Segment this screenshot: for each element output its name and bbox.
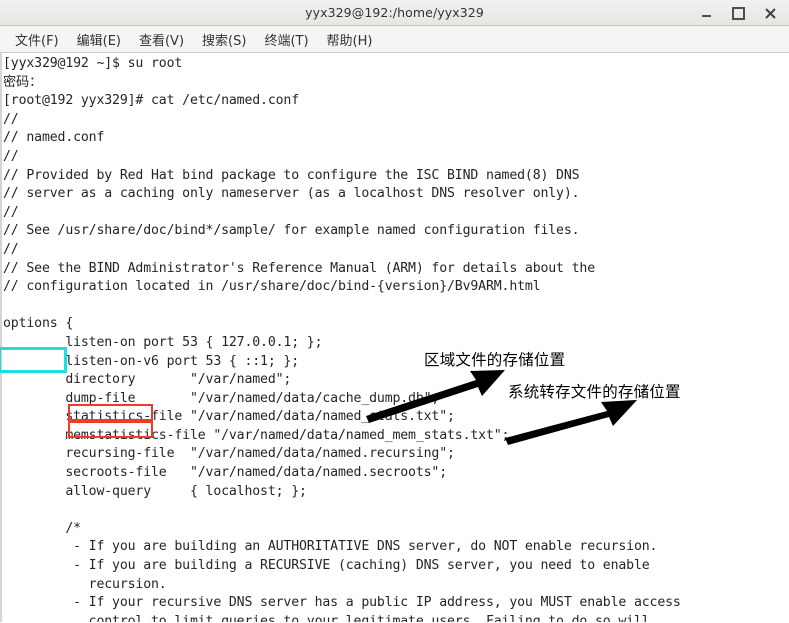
terminal-line: - If you are building an AUTHORITATIVE D… [3, 539, 658, 555]
terminal-line: - If your recursive DNS server has a pub… [3, 595, 681, 611]
terminal-left-edge [0, 53, 2, 622]
terminal-line: // named.conf [3, 130, 105, 146]
close-icon[interactable] [763, 6, 777, 20]
maximize-icon[interactable] [731, 6, 745, 20]
terminal-line: // [3, 111, 19, 127]
terminal-line: secroots-file "/var/named/data/named.sec… [3, 465, 448, 481]
menu-terminal[interactable]: 终端(T) [255, 28, 317, 51]
menu-edit[interactable]: 编辑(E) [68, 28, 130, 51]
terminal-line: /* [3, 520, 81, 536]
terminal-text: [yyx329@192 ~]$ su root 密码： [root@192 yyx3… [3, 55, 681, 622]
menu-file[interactable]: 文件(F) [6, 28, 68, 51]
terminal-line: // See /usr/share/doc/bind*/sample/ for … [3, 223, 580, 239]
terminal-line: recursion. [3, 576, 167, 592]
menubar: 文件(F) 编辑(E) 查看(V) 搜索(S) 终端(T) 帮助(H) [0, 26, 789, 53]
window-titlebar: yyx329@192:/home/yyx329 [0, 0, 789, 26]
terminal-window: yyx329@192:/home/yyx329 文件(F) 编辑(E) 查看(V… [0, 0, 789, 623]
menu-view[interactable]: 查看(V) [130, 28, 193, 51]
terminal-line: [root@192 yyx329]# cat /etc/named.conf [3, 93, 300, 109]
terminal-line: statistics-file "/var/named/data/named_s… [3, 409, 455, 425]
window-title: yyx329@192:/home/yyx329 [305, 5, 484, 20]
terminal-line: options { [3, 316, 74, 332]
terminal-line: // [3, 204, 19, 220]
terminal-line: // See the BIND Administrator's Referenc… [3, 260, 596, 276]
terminal-line: listen-on port 53 { 127.0.0.1; }; [3, 334, 323, 350]
terminal-line: // [3, 148, 19, 164]
annotation-dump-file: 系统转存文件的存储位置 [508, 383, 681, 401]
terminal-line: // [3, 241, 19, 257]
minimize-icon[interactable] [699, 6, 713, 20]
menu-help[interactable]: 帮助(H) [318, 28, 382, 51]
terminal-line: // server as a caching only nameserver (… [3, 186, 580, 202]
terminal-line: - If you are building a RECURSIVE (cachi… [3, 558, 650, 574]
terminal-output-area[interactable]: [yyx329@192 ~]$ su root 密码： [root@192 yyx3… [0, 53, 789, 622]
terminal-line: control to limit queries to your legitim… [3, 613, 650, 622]
menu-search[interactable]: 搜索(S) [193, 28, 255, 51]
annotation-zone-file: 区域文件的存储位置 [424, 351, 566, 369]
terminal-line: memstatistics-file "/var/named/data/name… [3, 427, 510, 443]
terminal-line: // Provided by Red Hat bind package to c… [3, 167, 580, 183]
terminal-line: [yyx329@192 ~]$ su root [3, 56, 183, 71]
terminal-line: recursing-file "/var/named/data/named.re… [3, 446, 455, 462]
terminal-line: // configuration located in /usr/share/d… [3, 279, 541, 295]
window-controls [699, 0, 785, 26]
terminal-line: listen-on-v6 port 53 { ::1; }; [3, 353, 300, 369]
terminal-line: allow-query { localhost; }; [3, 483, 307, 499]
terminal-line: 密码： [3, 74, 43, 90]
